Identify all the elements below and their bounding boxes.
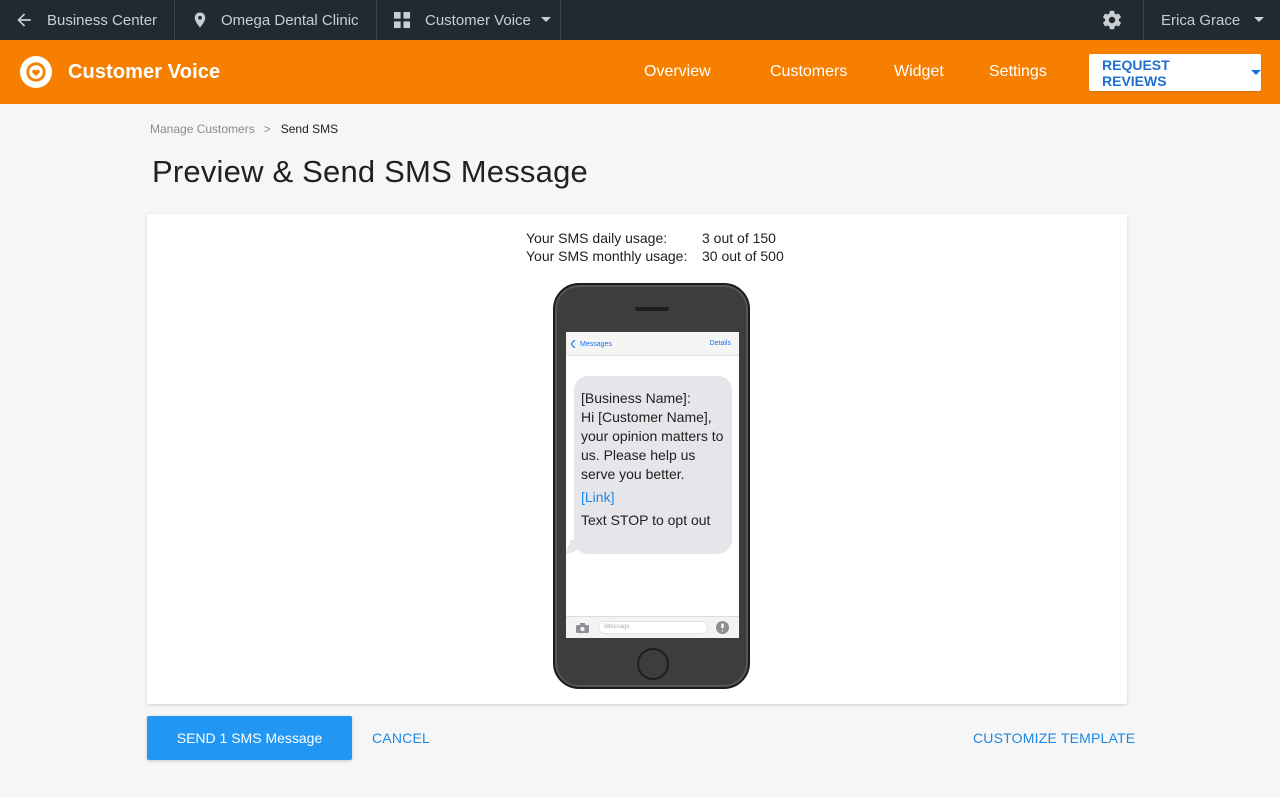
sms-bubble: [Business Name]: Hi [Customer Name], you… (574, 376, 732, 554)
message-line: serve you better. (581, 466, 685, 482)
messages-header: Messages Details (566, 332, 739, 356)
imessage-field: iMessage (598, 621, 708, 634)
nav-overview[interactable]: Overview (644, 40, 711, 104)
heart-logo-icon (20, 56, 52, 88)
brand[interactable]: Customer Voice (20, 56, 220, 88)
divider (1143, 0, 1144, 40)
user-name: Erica Grace (1161, 11, 1241, 29)
breadcrumb: Manage Customers > Send SMS (150, 122, 338, 136)
caret-down-icon (1254, 17, 1265, 23)
app-nav-bar: Customer Voice Overview Customers Widget… (0, 40, 1280, 104)
cancel-button[interactable]: CANCEL (372, 716, 430, 760)
breadcrumb-current: Send SMS (280, 122, 339, 136)
arrow-back-icon (14, 10, 34, 30)
messages-back-label: Messages (580, 340, 612, 348)
business-center-label: Business Center (47, 11, 158, 29)
location-label: Omega Dental Clinic (221, 11, 359, 29)
breadcrumb-separator: > (263, 122, 271, 136)
message-link: [Link] (581, 489, 615, 505)
messages-back: Messages (571, 340, 612, 348)
caret-down-icon (540, 17, 551, 23)
location-pin-icon (191, 10, 209, 30)
message-line: us. Please help us (581, 447, 696, 463)
product-switcher[interactable]: Customer Voice (394, 0, 551, 40)
divider (376, 0, 377, 40)
message-line: Hi [Customer Name], (581, 409, 712, 425)
request-reviews-label: REQUEST REVIEWS (1102, 56, 1170, 89)
top-bar: Business Center Omega Dental Clinic Cust… (0, 0, 1280, 40)
send-sms-button[interactable]: SEND 1 SMS Message (147, 716, 352, 760)
optout-text: Text STOP to opt out (581, 512, 711, 528)
phone-screen: Messages Details [Business Name]: Hi [Cu… (566, 332, 739, 638)
caret-down-icon (1251, 69, 1261, 76)
messages-details: Details (709, 340, 731, 347)
user-menu[interactable]: Erica Grace (1161, 0, 1265, 40)
nav-settings[interactable]: Settings (989, 40, 1047, 104)
customize-template-button[interactable]: CUSTOMIZE TEMPLATE (973, 716, 1135, 760)
divider (560, 0, 561, 40)
microphone-icon (716, 621, 729, 634)
monthly-usage-value: 30 out of 500 (702, 248, 784, 264)
breadcrumb-manage-customers[interactable]: Manage Customers (150, 122, 255, 136)
daily-usage-value: 3 out of 150 (702, 230, 776, 246)
phone-speaker (635, 307, 669, 311)
sms-usage: Your SMS daily usage: 3 out of 150 Your … (526, 229, 784, 265)
brand-name: Customer Voice (68, 60, 221, 83)
daily-usage-label: Your SMS daily usage: (526, 230, 668, 246)
phone-preview: Messages Details [Business Name]: Hi [Cu… (553, 283, 750, 689)
monthly-usage-label: Your SMS monthly usage: (526, 248, 688, 264)
divider (174, 0, 175, 40)
business-center-link[interactable]: Business Center (14, 0, 157, 40)
page-title: Preview & Send SMS Message (152, 154, 588, 189)
camera-icon (576, 623, 589, 633)
nav-customers[interactable]: Customers (770, 40, 847, 104)
phone-home-button (637, 648, 669, 680)
grid-apps-icon (394, 11, 411, 29)
message-line: your opinion matters to (581, 428, 724, 444)
preview-card: Your SMS daily usage: 3 out of 150 Your … (147, 214, 1127, 704)
message-line: [Business Name]: (581, 390, 691, 406)
request-reviews-button[interactable]: REQUEST REVIEWS (1089, 54, 1261, 91)
nav-widget[interactable]: Widget (894, 40, 944, 104)
location-selector[interactable]: Omega Dental Clinic (191, 0, 359, 40)
settings-button[interactable] (1101, 0, 1123, 40)
chevron-left-icon (571, 340, 576, 348)
product-label: Customer Voice (425, 11, 531, 29)
message-input-bar: iMessage (566, 616, 739, 638)
gear-icon (1101, 9, 1123, 31)
